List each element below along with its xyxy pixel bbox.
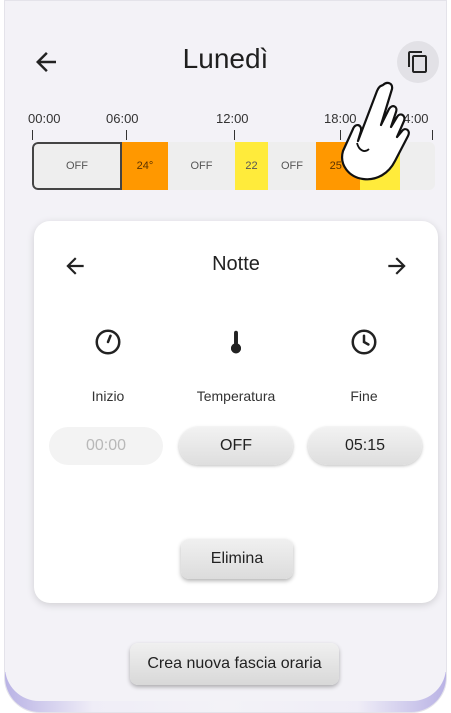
tick-label: 24:00 <box>396 111 429 126</box>
segment-label: 24° <box>136 160 154 172</box>
copy-icon <box>408 51 427 73</box>
start-time-field: 00:00 <box>49 427 163 465</box>
arrow-right-icon <box>388 257 406 275</box>
tick-mark <box>126 130 127 140</box>
timeline-segment[interactable]: OFF <box>268 142 316 190</box>
segment-label: OFF <box>190 160 213 172</box>
clock-start-icon <box>93 327 123 357</box>
phone-frame: Lunedì 00:00 06:00 12:00 18:00 24:00 OFF <box>4 0 447 713</box>
delete-slot-button[interactable]: Elimina <box>181 539 293 579</box>
tick-label: 18:00 <box>324 111 357 126</box>
next-slot-button[interactable] <box>384 253 410 279</box>
segment-label: 25° <box>329 160 347 172</box>
tick-mark <box>340 130 341 140</box>
temperature-selector[interactable]: OFF <box>179 427 293 465</box>
page-title: Lunedì <box>182 43 269 74</box>
app-header: Lunedì <box>5 37 446 87</box>
segment-label: OFF <box>66 160 88 172</box>
end-label: Fine <box>350 388 378 404</box>
timeline-segment[interactable]: OFF <box>168 142 235 190</box>
day-timeline: 00:00 06:00 12:00 18:00 24:00 OFF 24° OF… <box>28 111 438 191</box>
segment-label: 2 <box>376 160 384 172</box>
slot-title: Notte <box>212 253 260 275</box>
timeline-segment[interactable]: 2 <box>360 142 400 190</box>
temperature-label: Temperatura <box>196 388 276 404</box>
thermometer-icon <box>221 327 251 357</box>
tick-mark <box>32 130 33 140</box>
tick-label: 12:00 <box>216 111 249 126</box>
tick-label: 06:00 <box>106 111 139 126</box>
end-time-field[interactable]: 05:15 <box>308 427 422 465</box>
segment-label: OFF <box>281 160 303 172</box>
tick-mark <box>234 130 235 140</box>
copy-button[interactable] <box>397 41 439 83</box>
tick-label: 00:00 <box>28 111 61 126</box>
tick-mark <box>432 130 433 140</box>
timeline-bar: OFF 24° OFF 22 OFF 25° 2 <box>32 142 435 190</box>
timeline-segment[interactable]: 25° <box>316 142 360 190</box>
segment-label: 22 <box>245 160 258 172</box>
start-label: Inizio <box>91 388 125 404</box>
timeline-segment[interactable]: OFF <box>32 142 122 190</box>
timeline-segment[interactable]: 24° <box>122 142 168 190</box>
screen: Lunedì 00:00 06:00 12:00 18:00 24:00 OFF <box>5 1 446 701</box>
timeline-segment[interactable] <box>400 142 435 190</box>
time-slot-card: Notte Inizio 00:00 Temperatura OFF Fine … <box>34 221 438 603</box>
clock-icon <box>349 327 379 357</box>
timeline-segment[interactable]: 22 <box>235 142 268 190</box>
create-slot-button[interactable]: Crea nuova fascia oraria <box>130 643 339 685</box>
